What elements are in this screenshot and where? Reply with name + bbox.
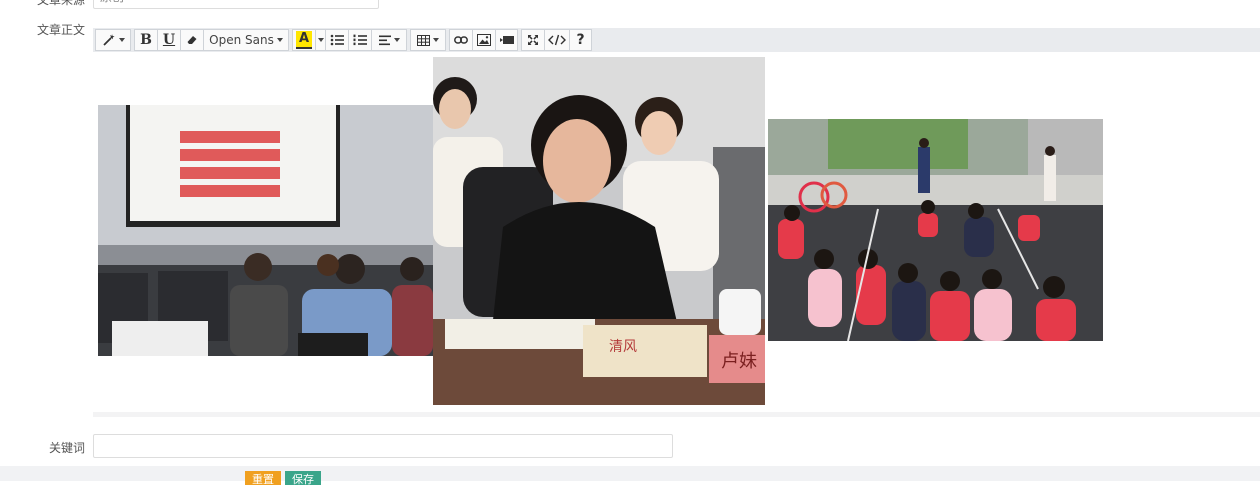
body-label: 文章正文 (37, 23, 86, 37)
underline-icon: U (162, 32, 176, 48)
unordered-list-icon (330, 34, 345, 46)
unordered-list-button[interactable] (325, 29, 349, 51)
eraser-button[interactable] (180, 29, 203, 51)
form-footer (0, 466, 1260, 481)
ordered-list-button[interactable] (348, 29, 372, 51)
align-button[interactable] (371, 29, 408, 51)
tissue-box-text: 清风 (609, 339, 637, 355)
video-button[interactable] (495, 29, 519, 51)
bold-button[interactable]: B (134, 29, 157, 51)
font-family-value: Open Sans (209, 33, 274, 47)
help-button[interactable]: ? (569, 29, 593, 51)
picture-button[interactable] (472, 29, 496, 51)
underline-button[interactable]: U (157, 29, 180, 51)
editor-toolbar: B U Open Sans A ? (93, 28, 1260, 52)
bold-icon: B (140, 32, 152, 48)
link-icon (454, 36, 469, 44)
style-button[interactable] (95, 29, 131, 51)
picture-icon (477, 34, 492, 46)
eraser-icon (187, 36, 197, 44)
editor-content[interactable]: 清风 卢妹 (93, 52, 1260, 412)
source-input[interactable]: 原创 (93, 0, 379, 9)
font-family-select[interactable]: Open Sans (203, 29, 289, 51)
link-button[interactable] (449, 29, 473, 51)
font-color-dropdown[interactable] (315, 29, 326, 51)
magic-wand-icon (102, 34, 115, 46)
rich-text-editor[interactable]: B U Open Sans A ? 清风 卢妹 (93, 28, 1260, 417)
video-icon (499, 36, 514, 44)
keywords-label: 关键词 (49, 441, 86, 455)
font-color-button[interactable]: A (292, 29, 316, 51)
reset-button[interactable]: 重置 (245, 471, 281, 485)
keywords-input[interactable] (93, 434, 673, 458)
align-icon (378, 35, 391, 45)
code-view-button[interactable] (544, 29, 570, 51)
save-button[interactable]: 保存 (285, 471, 321, 485)
meeting-projector-photo (98, 105, 433, 356)
help-icon: ? (576, 32, 585, 48)
fullscreen-button[interactable] (521, 29, 545, 51)
source-label: 文章来源 (37, 0, 86, 7)
nameplate-text: 卢妹 (721, 351, 757, 372)
ordered-list-icon (353, 34, 368, 46)
table-button[interactable] (410, 29, 447, 51)
table-icon (417, 34, 431, 46)
fullscreen-icon (528, 35, 539, 45)
meeting-speaker-photo: 清风 卢妹 (433, 57, 765, 405)
code-view-icon (548, 34, 567, 46)
children-activity-photo (768, 119, 1103, 341)
font-color-icon: A (296, 31, 313, 49)
